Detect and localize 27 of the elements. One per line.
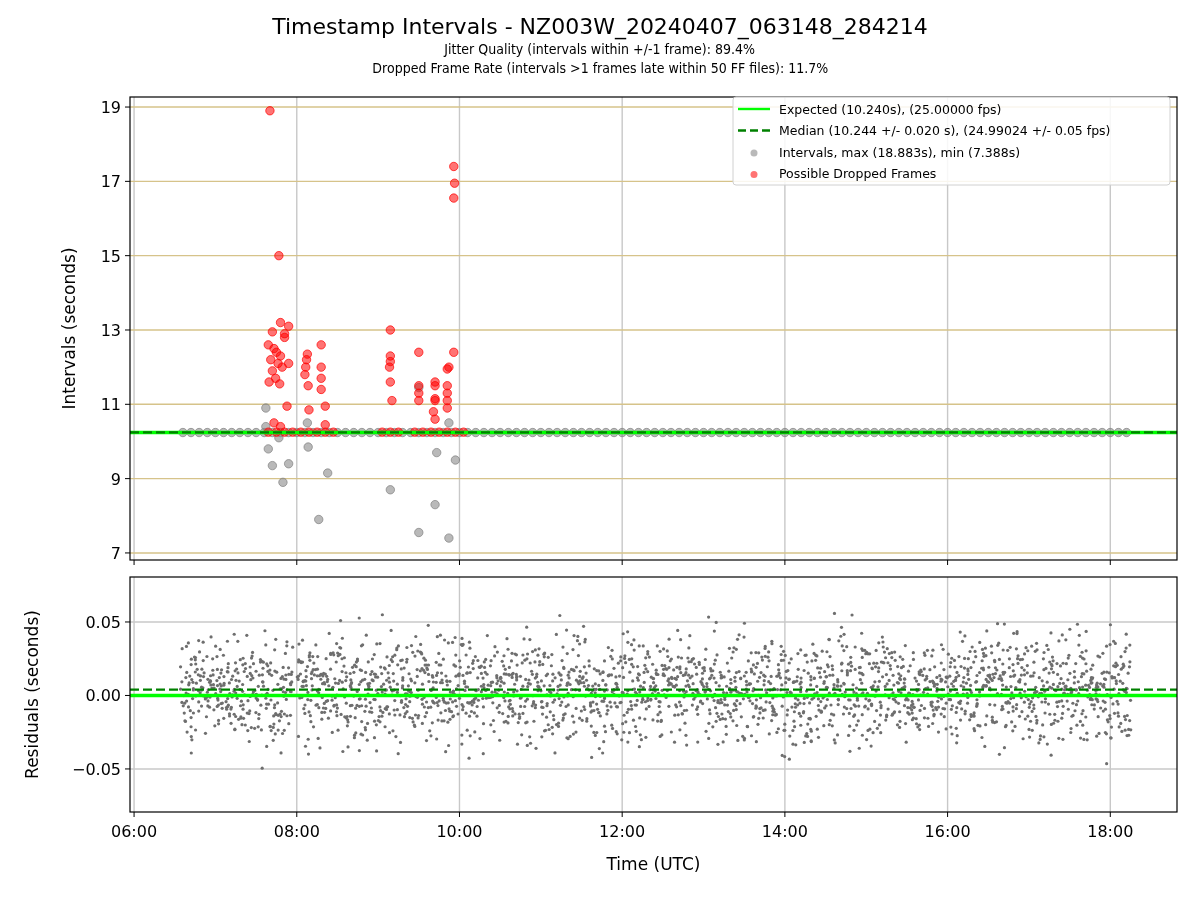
- x-axis-label: Time (UTC): [606, 854, 701, 874]
- x-tick-label: 16:00: [924, 822, 971, 841]
- y-tick-label: 17: [100, 172, 121, 192]
- y-tick-label: 0.05: [85, 612, 121, 632]
- x-tick-label: 10:00: [436, 822, 483, 841]
- y-tick-label: 9: [110, 469, 121, 489]
- chart-subtitle: Dropped Frame Rate (intervals >1 frames late within 50 FF files): 11.7%: [372, 59, 828, 79]
- legend-label: Possible Dropped Frames: [779, 166, 937, 181]
- y-axis-label: Residuals (seconds): [22, 610, 42, 779]
- y-tick-label: 7: [110, 543, 121, 563]
- x-tick-label: 14:00: [761, 822, 808, 841]
- y-tick-label: 13: [100, 321, 121, 340]
- y-tick-label: −0.05: [71, 759, 121, 779]
- x-tick-label: 12:00: [599, 822, 646, 841]
- y-tick-label: 11: [100, 395, 121, 415]
- x-tick-label: 06:00: [111, 822, 158, 841]
- y-tick-label: 19: [100, 98, 121, 118]
- legend-label: Median (10.244 +/- 0.020 s), (24.99024 +/- 0.05 fps): [779, 123, 1111, 138]
- x-tick-label: 08:00: [273, 822, 320, 841]
- chart-subtitle: Jitter Quality (intervals within +/-1 frame): 89.4%: [444, 40, 756, 60]
- y-tick-label: 0.00: [85, 686, 121, 706]
- chart-title: Timestamp Intervals - NZ003W_20240407_063148_284214: [272, 14, 928, 41]
- legend-label: Expected (10.240s), (25.00000 fps): [779, 101, 1002, 117]
- y-tick-label: 15: [100, 246, 121, 266]
- legend-label: Intervals, max (18.883s), min (7.388s): [779, 144, 1021, 160]
- y-axis-label: Intervals (seconds): [59, 247, 79, 410]
- x-tick-label: 18:00: [1087, 822, 1134, 841]
